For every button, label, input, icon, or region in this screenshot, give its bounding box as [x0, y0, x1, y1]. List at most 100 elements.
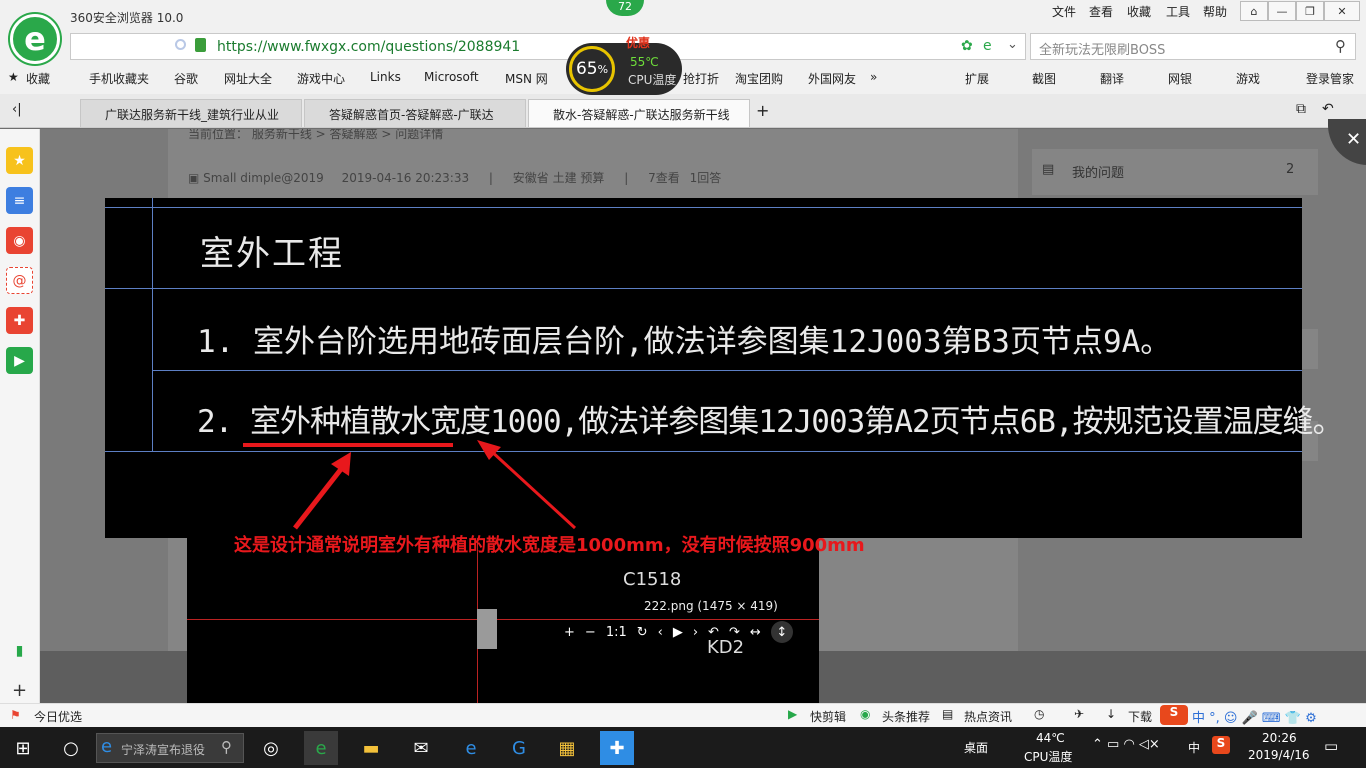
breadcrumb-prefix: 当前位置：: [188, 129, 249, 141]
toolbar-item[interactable]: 截图: [1032, 70, 1056, 87]
promo-label[interactable]: 优惠: [626, 34, 650, 51]
status-item[interactable]: 热点资讯: [964, 708, 1012, 725]
next-icon[interactable]: ›: [693, 625, 698, 640]
search-field[interactable]: 全新玩法无限刷BOSS ⚲: [1030, 33, 1356, 60]
fav-item[interactable]: 手机收藏夹: [89, 70, 149, 87]
menu-help[interactable]: 帮助: [1203, 3, 1227, 19]
video-icon[interactable]: ▶: [6, 347, 33, 374]
security-icon[interactable]: ✿: [961, 38, 973, 54]
zoom-out-icon[interactable]: −: [585, 625, 596, 640]
cpu-widget[interactable]: 65% 55℃ CPU温度: [566, 43, 682, 95]
hot-icon[interactable]: ▤: [942, 707, 953, 721]
news-icon[interactable]: ◉: [860, 707, 870, 721]
notification-icon[interactable]: ▭: [1324, 737, 1338, 755]
zoom-in-icon[interactable]: +: [564, 625, 575, 640]
username[interactable]: Small dimple@2019: [203, 171, 324, 185]
desktop-label[interactable]: 桌面: [964, 739, 988, 756]
more-icon[interactable]: »: [870, 70, 877, 84]
menu-file[interactable]: 文件: [1052, 3, 1076, 19]
url-field[interactable]: https://www.fwxgx.com/questions/2088941 …: [70, 33, 1026, 60]
close-button[interactable]: ✕: [1324, 1, 1360, 21]
ime-toolbar-icon[interactable]: 中 °, ☺ 🎤 ⌨ 👕 ⚙: [1192, 707, 1317, 726]
toolbar-item[interactable]: 网银: [1168, 70, 1192, 87]
game-icon[interactable]: ✚: [6, 307, 33, 334]
fav-item[interactable]: 谷歌: [174, 70, 198, 87]
status-item[interactable]: 快剪辑: [810, 708, 846, 725]
browser-360-icon[interactable]: e: [304, 731, 338, 765]
restore-tab-icon[interactable]: ⧉: [1296, 101, 1306, 117]
clip-icon[interactable]: ▶: [788, 707, 797, 721]
tab[interactable]: 广联达服务新干线_建筑行业从业: [80, 99, 302, 127]
taskbar-search[interactable]: e 宁泽涛宣布退役 ⚲: [96, 733, 244, 763]
chevron-down-icon[interactable]: ⌄: [1007, 37, 1018, 52]
tab-active[interactable]: 散水-答疑解惑-广联达服务新干线: [528, 99, 750, 127]
fav-item[interactable]: 抢打折: [683, 70, 719, 87]
toolbar-item[interactable]: 游戏: [1236, 70, 1260, 87]
fav-item[interactable]: 网址大全: [224, 70, 272, 87]
mail-icon[interactable]: @: [6, 267, 33, 294]
fav-item[interactable]: 外国网友: [808, 70, 856, 87]
rotate-left-icon[interactable]: ↶: [708, 625, 719, 640]
download-icon[interactable]: ↓: [1106, 707, 1116, 721]
menu-view[interactable]: 查看: [1089, 3, 1113, 19]
mail-icon[interactable]: ✉: [404, 731, 438, 765]
app-g-icon[interactable]: G: [502, 731, 536, 765]
breadcrumb-link[interactable]: 答疑解惑: [330, 129, 378, 141]
weibo-icon[interactable]: ◉: [6, 227, 33, 254]
clock-date[interactable]: 2019/4/16: [1248, 748, 1310, 762]
clipboard-icon[interactable]: ▮: [6, 637, 33, 664]
gift-icon[interactable]: ⚑: [10, 708, 21, 722]
toolbar-item[interactable]: 登录管家: [1306, 70, 1354, 87]
search-icon[interactable]: ⚲: [1335, 37, 1346, 55]
status-item[interactable]: 下载: [1128, 708, 1152, 725]
pin-icon[interactable]: ✈: [1074, 707, 1084, 721]
my-questions-label[interactable]: 我的问题: [1072, 162, 1124, 181]
speed-icon[interactable]: ◷: [1034, 707, 1044, 721]
speed-mode-icon[interactable]: e: [983, 38, 992, 54]
minimize-button[interactable]: —: [1268, 1, 1296, 21]
app-plus-icon[interactable]: ✚: [600, 731, 634, 765]
sogou-icon[interactable]: S: [1212, 736, 1230, 754]
archive-icon[interactable]: ▦: [550, 731, 584, 765]
menu-favorites[interactable]: 收藏: [1127, 3, 1151, 19]
clock-time[interactable]: 20:26: [1262, 731, 1297, 745]
maximize-button[interactable]: ❐: [1296, 1, 1324, 21]
fav-item[interactable]: 收藏: [26, 70, 50, 87]
rotate-icon[interactable]: ↻: [637, 625, 648, 640]
fav-item[interactable]: Links: [370, 70, 401, 84]
ime-logo-icon[interactable]: S: [1160, 705, 1188, 725]
fav-item[interactable]: Microsoft: [424, 70, 479, 84]
toolbar-item[interactable]: 扩展: [965, 70, 989, 87]
favorites-star-icon[interactable]: ★: [6, 147, 33, 174]
cortana-icon[interactable]: ○: [54, 731, 88, 765]
toolbar-item[interactable]: 翻译: [1100, 70, 1124, 87]
skin-button[interactable]: ⌂: [1240, 1, 1268, 21]
tab[interactable]: 答疑解惑首页-答疑解惑-广联达: [304, 99, 526, 127]
previous-icon[interactable]: ‹: [658, 625, 663, 640]
news-icon[interactable]: ≡: [6, 187, 33, 214]
ime-indicator[interactable]: 中: [1188, 739, 1200, 756]
sidebar-toggle-icon[interactable]: ‹|: [12, 102, 22, 117]
today-picks[interactable]: 今日优选: [34, 708, 82, 725]
menu-tools[interactable]: 工具: [1166, 3, 1190, 19]
swirl-app-icon[interactable]: ◎: [254, 731, 288, 765]
file-explorer-icon[interactable]: ▬: [354, 731, 388, 765]
edge-icon[interactable]: e: [454, 731, 488, 765]
fit-height-icon[interactable]: ↕: [770, 621, 793, 643]
site-info-icon[interactable]: [175, 39, 186, 50]
start-icon[interactable]: ⊞: [6, 731, 40, 765]
rotate-right-icon[interactable]: ↷: [729, 625, 740, 640]
taskbar: ⊞ ○ e 宁泽涛宣布退役 ⚲ ◎ e ▬ ✉ e G ▦ ✚ 桌面 44℃ C…: [0, 727, 1366, 768]
actual-size-icon[interactable]: 1:1: [606, 625, 627, 640]
play-icon[interactable]: ▶: [673, 625, 683, 640]
new-tab-icon[interactable]: +: [756, 101, 769, 120]
fav-item[interactable]: 淘宝团购: [735, 70, 783, 87]
tray-icons[interactable]: ⌃ ▭ ◠ ◁×: [1092, 737, 1160, 752]
fav-item[interactable]: MSN 网: [505, 70, 548, 87]
undo-close-icon[interactable]: ↶: [1322, 101, 1334, 117]
fav-item[interactable]: 游戏中心: [297, 70, 345, 87]
status-item[interactable]: 头条推荐: [882, 708, 930, 725]
add-icon[interactable]: +: [6, 677, 33, 704]
fit-width-icon[interactable]: ↔: [750, 625, 761, 640]
breadcrumb-link[interactable]: 服务新干线: [252, 129, 312, 141]
